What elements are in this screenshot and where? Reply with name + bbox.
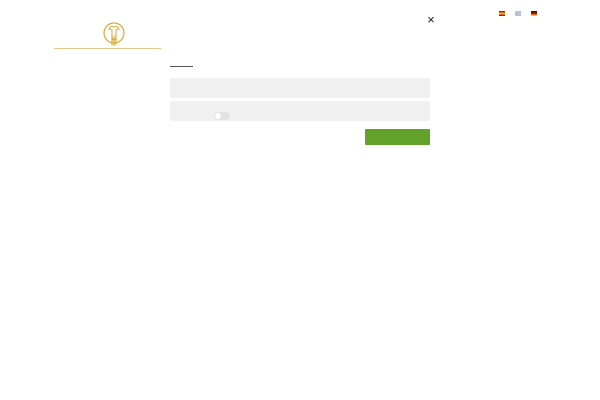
password-field[interactable] — [170, 101, 430, 121]
close-icon[interactable]: × — [425, 13, 437, 27]
submit-button[interactable] — [365, 129, 430, 145]
germany-flag-icon[interactable] — [531, 11, 537, 16]
logo-divider — [54, 48, 161, 49]
active-tab-indicator — [170, 66, 193, 67]
toggle-knob — [215, 113, 221, 119]
spain-flag-icon[interactable] — [499, 11, 505, 16]
uk-flag-icon[interactable] — [515, 11, 521, 16]
bull-logo-icon[interactable] — [101, 20, 127, 48]
username-field[interactable] — [170, 78, 430, 98]
show-password-toggle[interactable] — [214, 112, 230, 120]
language-switcher — [499, 11, 537, 16]
